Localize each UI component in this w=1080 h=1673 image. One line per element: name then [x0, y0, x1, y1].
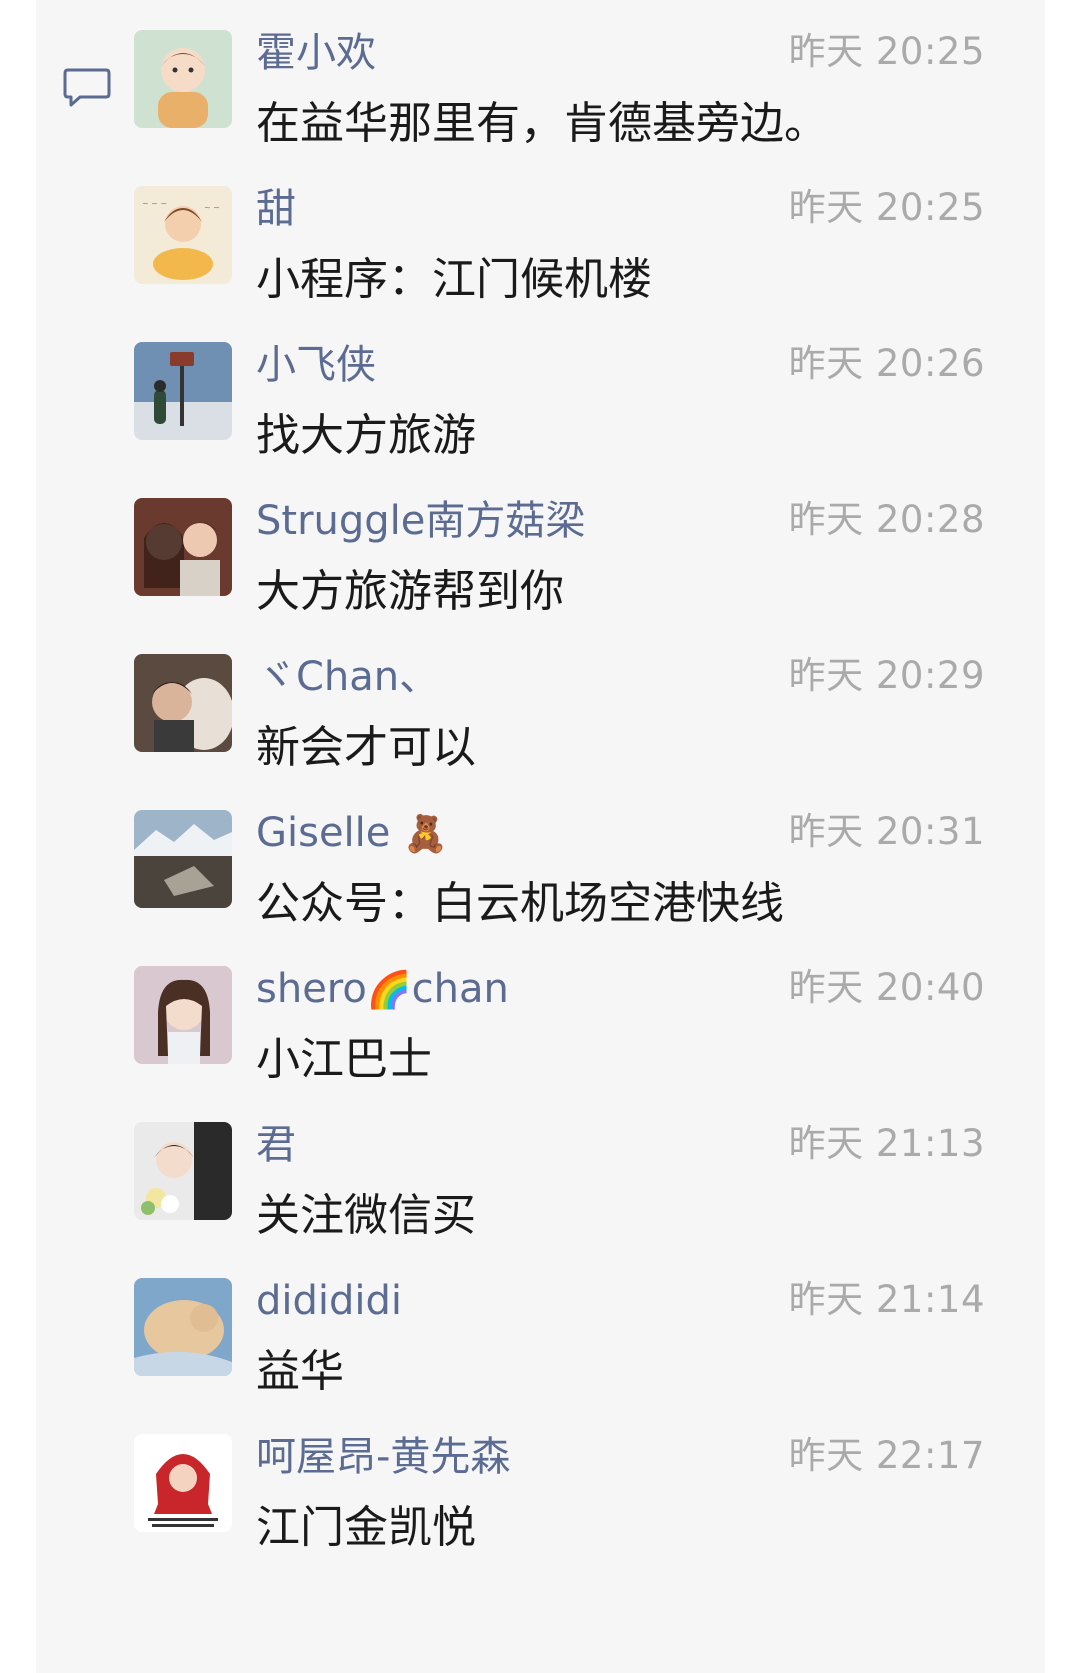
comment-item[interactable]: didididi 昨天 21:14 益华 [0, 1248, 1080, 1416]
comment-item[interactable]: shero🌈chan 昨天 20:40 小江巴士 [0, 936, 1080, 1104]
comment-text: 大方旅游帮到你 [256, 566, 564, 617]
teddy-bear-icon: 🧸 [403, 814, 448, 855]
rainbow-icon: 🌈 [366, 970, 412, 1011]
svg-text:~ ~ ~: ~ ~ ~ [142, 199, 167, 208]
comment-item[interactable]: 小飞侠 昨天 20:26 找大方旅游 [0, 312, 1080, 480]
avatar[interactable] [134, 30, 232, 128]
avatar[interactable] [134, 342, 232, 440]
avatar[interactable] [134, 654, 232, 752]
comment-text: 小江巴士 [256, 1034, 432, 1085]
avatar[interactable] [134, 498, 232, 596]
comment-item[interactable]: 呵屋昂-黄先森 昨天 22:17 江门金凯悦 [0, 1404, 1080, 1572]
avatar[interactable] [134, 810, 232, 908]
avatar[interactable] [134, 1278, 232, 1376]
comment-author[interactable]: shero🌈chan [256, 962, 509, 1018]
comment-item[interactable]: 霍小欢 昨天 20:25 在益华那里有，肯德基旁边。 [0, 0, 1080, 168]
author-name: Giselle [256, 810, 391, 856]
comment-time: 昨天 20:29 [788, 654, 985, 697]
author-name: shero [256, 966, 367, 1012]
comment-text: 关注微信买 [256, 1190, 476, 1241]
comment-author[interactable]: ヾChan、 [256, 650, 439, 704]
avatar[interactable] [134, 1122, 232, 1220]
avatar[interactable] [134, 1434, 232, 1532]
comment-time: 昨天 20:25 [788, 186, 985, 229]
avatar[interactable]: ~ ~ ~ ~ ~ [134, 186, 232, 284]
comment-author[interactable]: 甜 [256, 182, 296, 236]
comment-text: 江门金凯悦 [256, 1502, 476, 1553]
comment-time: 昨天 20:26 [788, 342, 985, 385]
comment-time: 昨天 20:40 [788, 966, 985, 1009]
comment-time: 昨天 20:25 [788, 30, 985, 73]
comment-author[interactable]: 君 [256, 1118, 296, 1172]
comment-item[interactable]: ~ ~ ~ ~ ~ 甜 昨天 20:25 小程序：江门候机楼 [0, 156, 1080, 324]
comment-text: 小程序：江门候机楼 [256, 254, 652, 305]
comment-text: 在益华那里有，肯德基旁边。 [256, 98, 828, 149]
comment-text: 找大方旅游 [256, 410, 476, 461]
comment-time: 昨天 21:13 [788, 1122, 985, 1165]
comment-time: 昨天 21:14 [788, 1278, 985, 1321]
comment-text: 新会才可以 [256, 722, 476, 773]
comment-author[interactable]: Struggle南方菇梁 [256, 494, 585, 548]
comment-item[interactable]: Giselle 🧸 昨天 20:31 公众号：白云机场空港快线 [0, 780, 1080, 948]
avatar[interactable] [134, 966, 232, 1064]
comment-item[interactable]: 君 昨天 21:13 关注微信买 [0, 1092, 1080, 1260]
comment-author[interactable]: 小飞侠 [256, 338, 376, 392]
comment-author[interactable]: Giselle 🧸 [256, 806, 448, 862]
comment-item[interactable]: Struggle南方菇梁 昨天 20:28 大方旅游帮到你 [0, 468, 1080, 636]
comment-time: 昨天 22:17 [788, 1434, 985, 1477]
comment-time: 昨天 20:28 [788, 498, 985, 541]
comment-item[interactable]: ヾChan、 昨天 20:29 新会才可以 [0, 624, 1080, 792]
comment-author[interactable]: 霍小欢 [256, 26, 376, 80]
comment-text: 益华 [256, 1346, 344, 1397]
svg-text:~ ~: ~ ~ [204, 203, 220, 212]
comment-author[interactable]: didididi [256, 1274, 402, 1328]
comment-time: 昨天 20:31 [788, 810, 985, 853]
comment-author[interactable]: 呵屋昂-黄先森 [256, 1430, 510, 1484]
comment-text: 公众号：白云机场空港快线 [256, 878, 784, 929]
author-name-suffix: chan [411, 966, 509, 1012]
